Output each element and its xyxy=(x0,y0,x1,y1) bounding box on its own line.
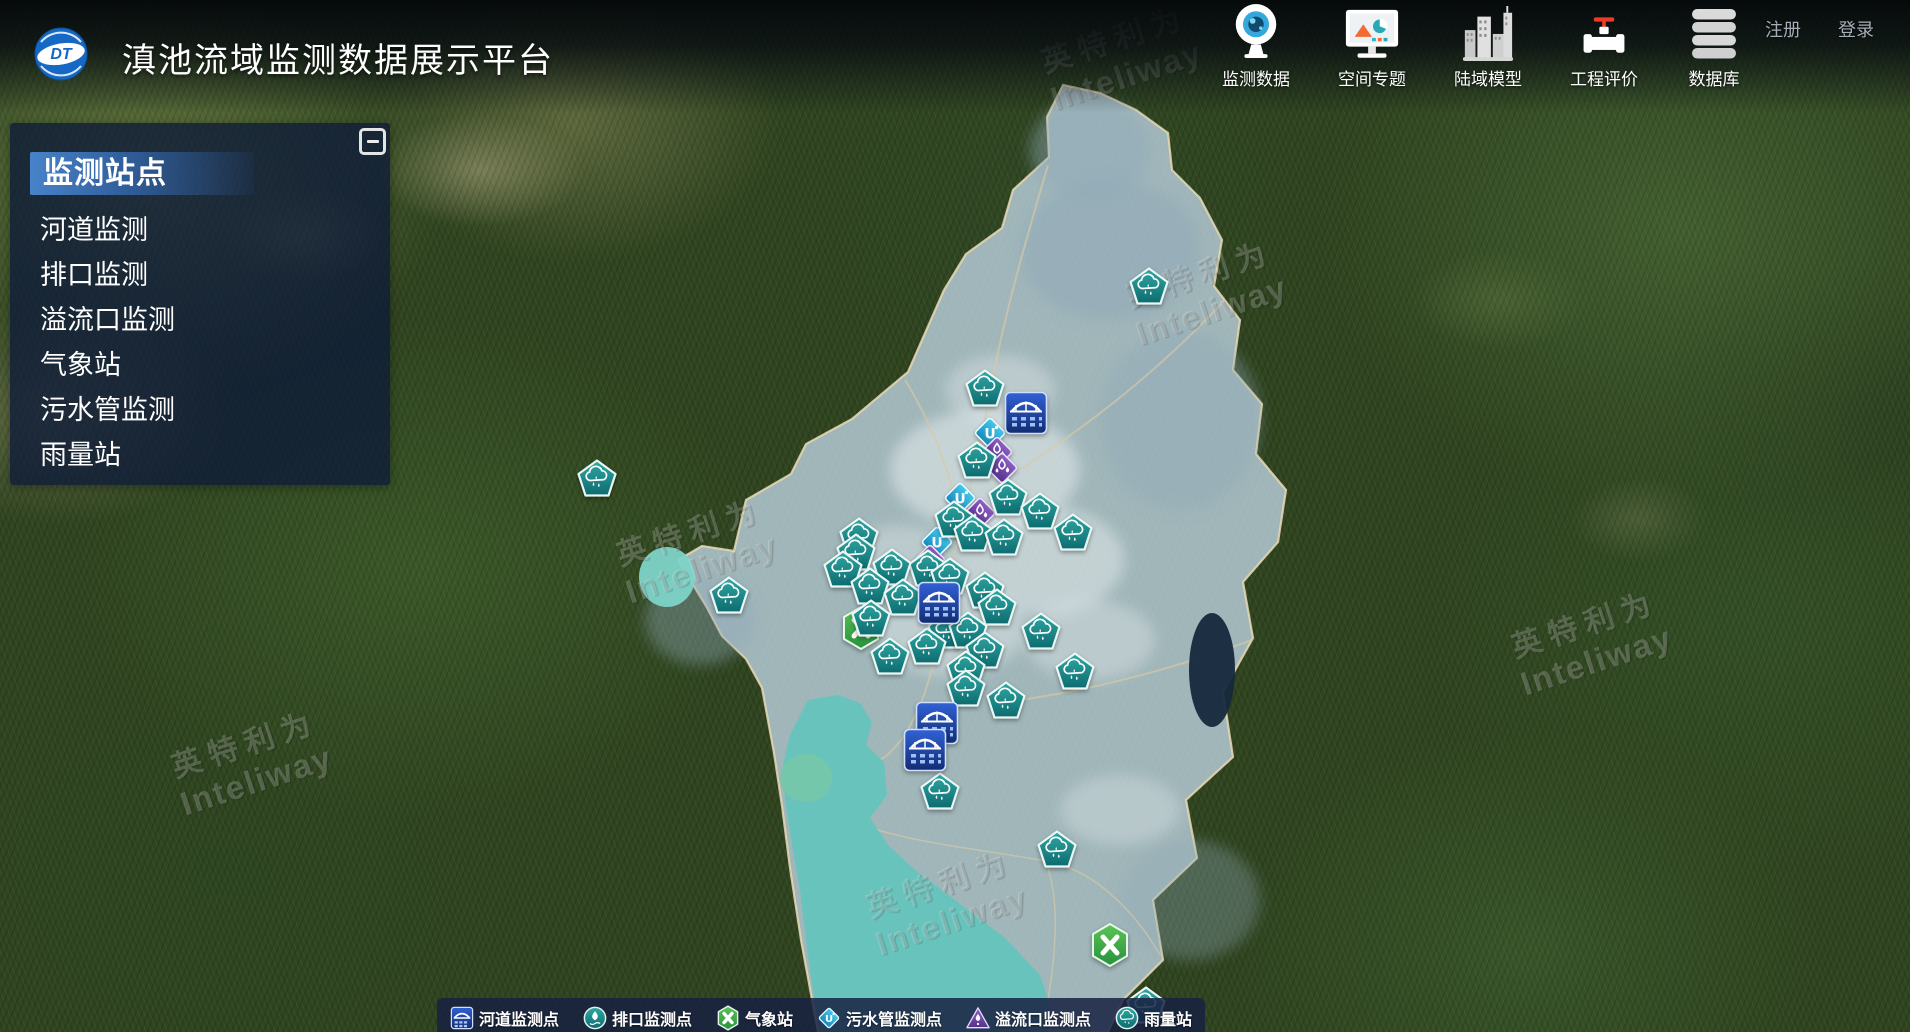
login-link[interactable]: 登录 xyxy=(1838,16,1874,42)
monitor-icon xyxy=(1343,7,1401,63)
app-window: 英特利为Inteliway英特利为Inteliway英特利为Inteliway英… xyxy=(0,0,1910,1032)
minimize-icon xyxy=(367,140,379,144)
marker-rain[interactable] xyxy=(1037,830,1077,868)
nav-label: 监测数据 xyxy=(1222,65,1290,90)
monitoring-stations-panel: 监测站点 河道监测排口监测溢流口监测气象站污水管监测雨量站 xyxy=(10,123,390,485)
legend-label: 污水管监测点 xyxy=(846,1006,942,1030)
marker-rain[interactable] xyxy=(577,459,617,497)
legend-item-river: 河道监测点 xyxy=(450,1006,559,1030)
collapse-panel-button[interactable] xyxy=(359,128,386,155)
legend-item-rain: 雨量站 xyxy=(1115,1006,1192,1030)
sidebar-item-5[interactable]: 雨量站 xyxy=(10,433,390,478)
map-legend: 河道监测点 排口监测点 气象站 U 污水管监测点 溢流口监测点 雨量站 xyxy=(437,998,1205,1032)
sewage-marker-icon: U xyxy=(817,1006,841,1030)
marker-river[interactable] xyxy=(903,728,947,772)
legend-item-sewage: U 污水管监测点 xyxy=(817,1006,942,1030)
overflow-marker-icon xyxy=(966,1006,990,1030)
register-link[interactable]: 注册 xyxy=(1765,16,1801,42)
valve-icon xyxy=(1578,9,1630,63)
webcam-icon xyxy=(1229,1,1283,63)
marker-rain[interactable] xyxy=(965,369,1005,407)
svg-text:U: U xyxy=(825,1014,833,1025)
marker-rain[interactable] xyxy=(957,441,997,479)
marker-rain[interactable] xyxy=(984,518,1024,556)
nav-label: 工程评价 xyxy=(1570,65,1638,90)
nav-label: 空间专题 xyxy=(1338,65,1406,90)
buildings-icon xyxy=(1461,3,1515,63)
marker-rain[interactable] xyxy=(870,637,910,675)
east-lake xyxy=(1189,613,1235,727)
legend-item-outfall: 排口监测点 xyxy=(583,1006,692,1030)
small-lake xyxy=(639,547,695,607)
marker-river[interactable] xyxy=(1004,391,1048,435)
west-pond xyxy=(780,754,832,802)
legend-item-overflow: 溢流口监测点 xyxy=(966,1006,1091,1030)
marker-rain[interactable] xyxy=(1055,652,1095,690)
legend-label: 溢流口监测点 xyxy=(995,1006,1091,1030)
legend-label: 雨量站 xyxy=(1144,1006,1192,1030)
nav-label: 陆域模型 xyxy=(1454,65,1522,90)
marker-rain[interactable] xyxy=(1021,612,1061,650)
sidebar-item-0[interactable]: 河道监测 xyxy=(10,208,390,253)
marker-rain[interactable] xyxy=(1053,513,1093,551)
page-title: 滇池流域监测数据展示平台 xyxy=(122,33,554,82)
panel-list: 河道监测排口监测溢流口监测气象站污水管监测雨量站 xyxy=(10,208,390,478)
marker-rain[interactable] xyxy=(851,599,891,637)
panel-title: 监测站点 xyxy=(30,152,254,195)
nav-label: 数据库 xyxy=(1689,65,1740,90)
marker-river[interactable] xyxy=(917,581,961,625)
rain-marker-icon xyxy=(1115,1006,1139,1030)
legend-label: 排口监测点 xyxy=(612,1006,692,1030)
marker-weather[interactable] xyxy=(1090,922,1130,968)
outfall-marker-icon xyxy=(583,1006,607,1030)
marker-rain[interactable] xyxy=(986,681,1026,719)
nav-land-model[interactable]: 陆域模型 xyxy=(1454,3,1522,90)
logo-text: DT xyxy=(50,46,73,63)
sidebar-item-2[interactable]: 溢流口监测 xyxy=(10,298,390,343)
weather-marker-icon xyxy=(716,1005,740,1031)
marker-rain[interactable] xyxy=(709,576,749,614)
marker-rain[interactable] xyxy=(920,772,960,810)
river-marker-icon xyxy=(450,1006,474,1030)
sidebar-item-4[interactable]: 污水管监测 xyxy=(10,388,390,433)
nav-spatial-topics[interactable]: 空间专题 xyxy=(1338,7,1406,90)
sidebar-item-1[interactable]: 排口监测 xyxy=(10,253,390,298)
marker-rain[interactable] xyxy=(907,627,947,665)
sidebar-item-3[interactable]: 气象站 xyxy=(10,343,390,388)
legend-label: 河道监测点 xyxy=(479,1006,559,1030)
nav-monitor-data[interactable]: 监测数据 xyxy=(1222,1,1290,90)
nav-database[interactable]: 数据库 xyxy=(1686,5,1742,90)
marker-rain[interactable] xyxy=(1129,267,1169,305)
database-icon xyxy=(1686,5,1742,63)
legend-label: 气象站 xyxy=(745,1006,793,1030)
top-nav: 监测数据 空间专题 陆域模型 工程评价 数据库 xyxy=(1222,4,1742,90)
legend-item-weather: 气象站 xyxy=(716,1005,793,1031)
app-logo: DT xyxy=(33,26,89,82)
nav-project-eval[interactable]: 工程评价 xyxy=(1570,9,1638,90)
